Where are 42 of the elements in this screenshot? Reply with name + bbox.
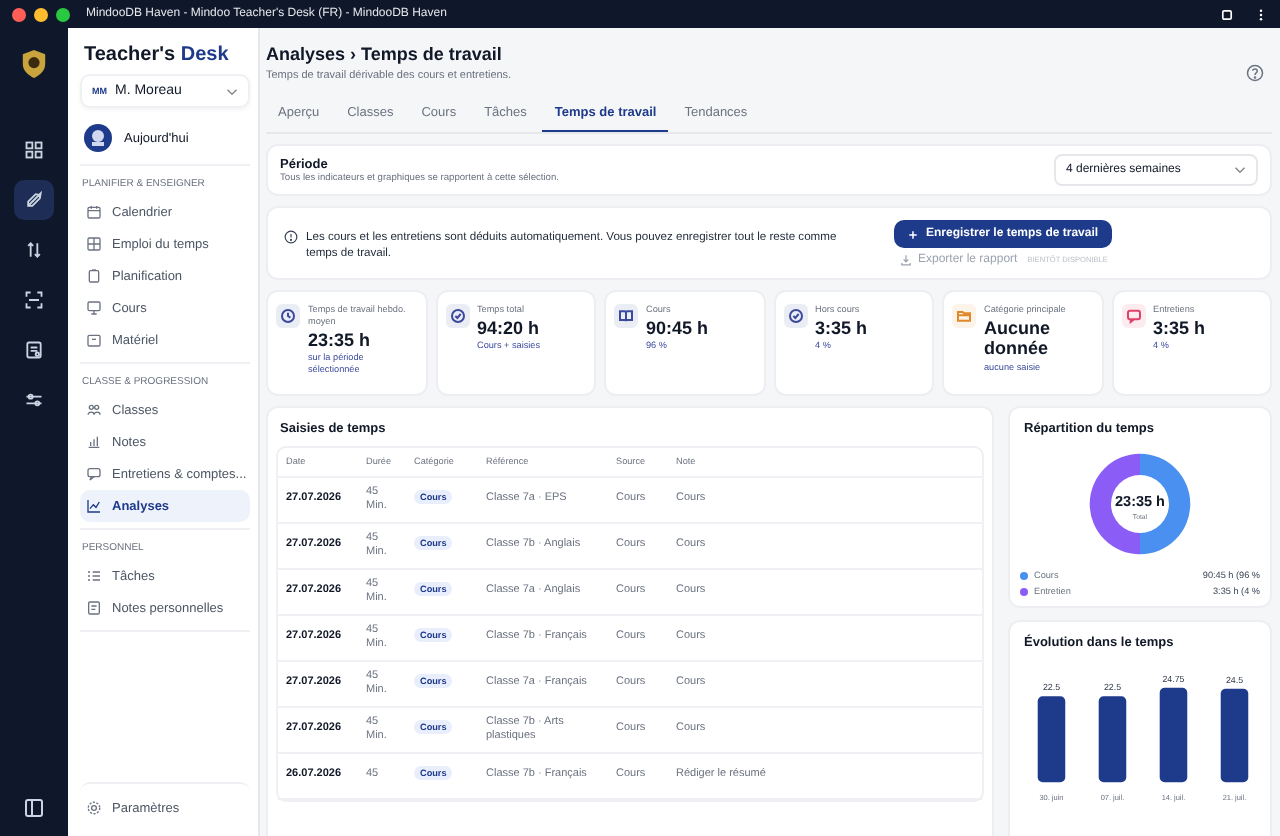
list-icon: [86, 568, 102, 584]
sliders-icon: [24, 390, 44, 410]
stat-value: 23:35 h: [308, 329, 373, 351]
mascot-avatar-icon: [84, 124, 112, 152]
bar: [1098, 696, 1127, 783]
settings-icon: [86, 800, 102, 816]
bar: [1159, 687, 1188, 783]
stat-value: 3:35 h: [1153, 317, 1206, 339]
chat-icon: [86, 466, 102, 482]
breadcrumb: Analyses › Temps de travail: [266, 44, 504, 64]
clipboard-icon: [86, 268, 102, 284]
maximize-button[interactable]: [56, 7, 70, 21]
grid-icon: [86, 236, 102, 252]
bar: [1037, 696, 1066, 783]
app-logo: Teacher's Desk: [82, 42, 231, 70]
donut-drawing: [1089, 453, 1191, 555]
close-button[interactable]: [12, 7, 26, 21]
chart-icon: [86, 498, 102, 514]
shield-logo-icon: [20, 48, 48, 80]
box-icon: [86, 332, 102, 348]
plus-icon: [908, 229, 918, 239]
stat-value: 3:35 h: [815, 317, 868, 339]
bars-icon: [86, 434, 102, 450]
grid-icon: [24, 140, 44, 160]
people-icon: [86, 402, 102, 418]
note-icon: [86, 600, 102, 616]
help-icon[interactable]: [1246, 64, 1264, 82]
minimize-button[interactable]: [34, 7, 48, 21]
report-icon: [24, 340, 44, 360]
stat-value: 94:20 h: [477, 317, 541, 339]
stat-value: 90:45 h: [646, 317, 709, 339]
download-icon: [900, 254, 912, 266]
stat-value: Aucune donnée: [984, 317, 1053, 360]
chevron-down-icon: [1234, 166, 1246, 174]
bar: [1220, 688, 1249, 783]
sort-icon: [24, 240, 44, 260]
calendar-icon: [86, 204, 102, 220]
info-icon: [284, 230, 298, 244]
more-icon[interactable]: [1254, 7, 1268, 21]
chevron-down-icon: [226, 87, 238, 95]
scan-icon: [24, 290, 44, 310]
sidebar-toggle-icon[interactable]: [22, 796, 46, 820]
